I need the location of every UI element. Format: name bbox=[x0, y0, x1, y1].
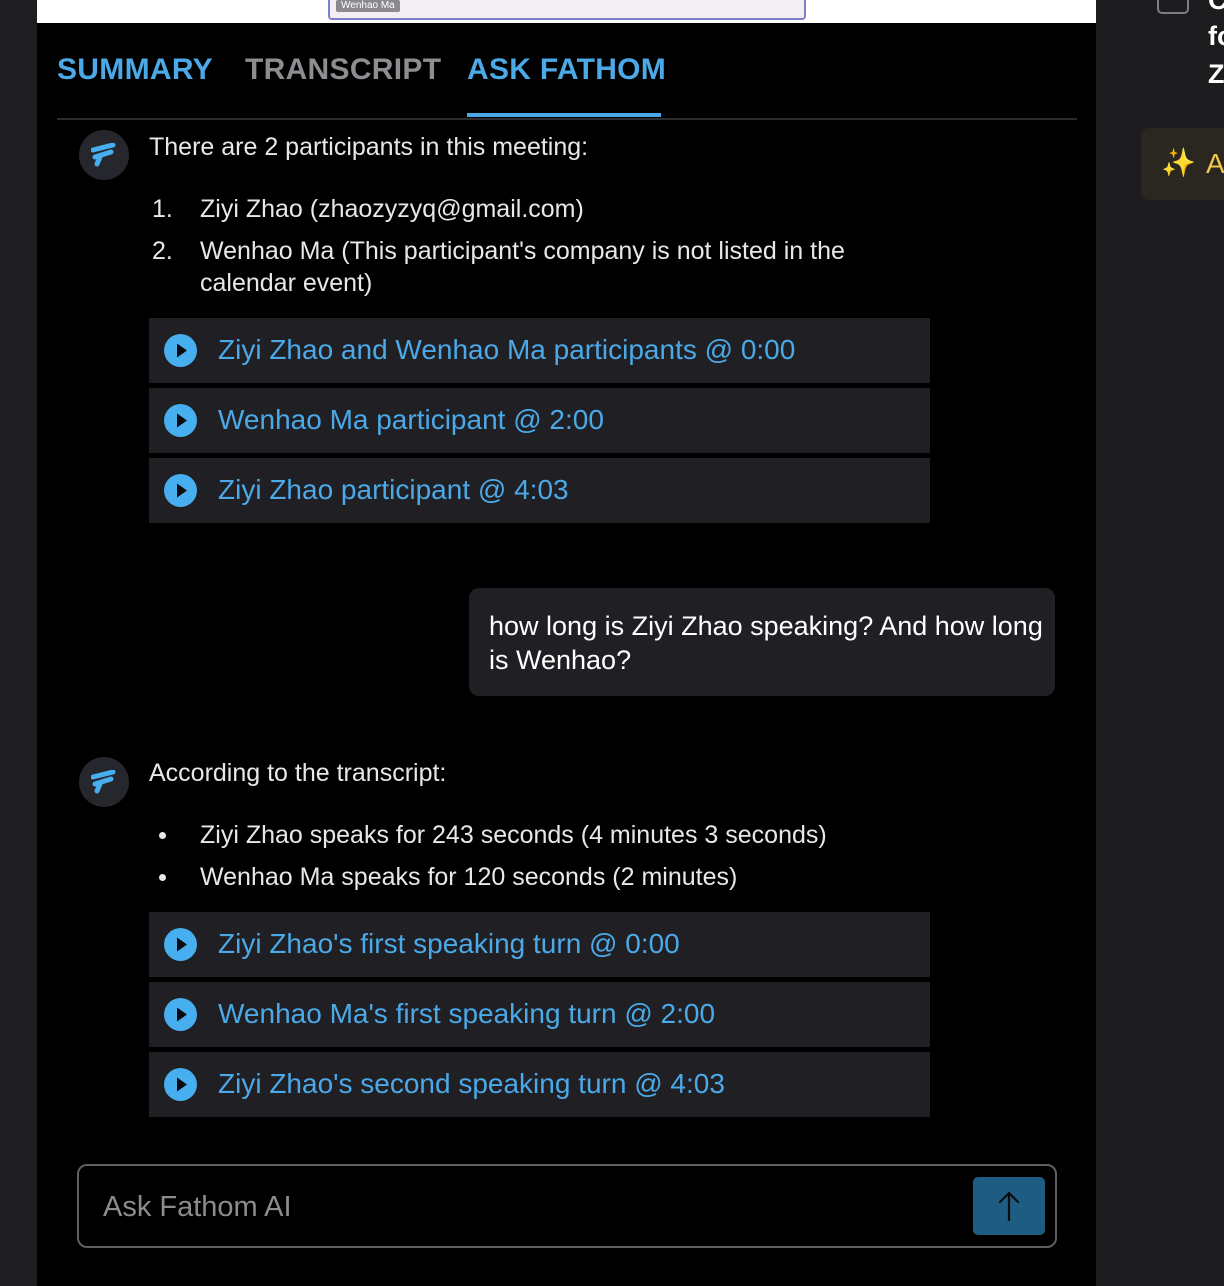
ask-ai-button[interactable]: ✨ A bbox=[1141, 128, 1224, 200]
task-text-line: fo bbox=[1208, 21, 1224, 51]
play-icon bbox=[164, 928, 197, 961]
transcript-reference-card[interactable]: Ziyi Zhao participant @ 4:03 bbox=[149, 458, 930, 523]
list-marker: 1. bbox=[152, 195, 173, 223]
right-side-panel: C fo Z ✨ A bbox=[1096, 0, 1224, 1286]
send-button[interactable] bbox=[973, 1177, 1045, 1235]
play-icon bbox=[164, 998, 197, 1031]
tab-transcript[interactable]: TRANSCRIPT bbox=[245, 51, 441, 89]
list-item: Wenhao Ma (This participant's company is… bbox=[200, 237, 845, 297]
video-preview-strip: Wenhao Ma bbox=[37, 0, 1096, 23]
play-icon bbox=[164, 404, 197, 437]
active-tab-indicator bbox=[467, 113, 661, 117]
meeting-panel: Wenhao Ma SUMMARY TRANSCRIPT ASK FATHOM … bbox=[37, 0, 1096, 1286]
bullet-marker bbox=[159, 874, 166, 881]
fathom-avatar bbox=[79, 130, 129, 180]
left-margin bbox=[0, 0, 37, 1286]
task-text-line: Z bbox=[1208, 59, 1224, 89]
reference-label: Wenhao Ma participant @ 2:00 bbox=[218, 404, 604, 435]
fathom-avatar bbox=[79, 757, 129, 807]
fathom-logo-icon bbox=[91, 770, 116, 794]
play-icon bbox=[164, 334, 197, 367]
play-icon bbox=[164, 1068, 197, 1101]
sparkle-icon: ✨ bbox=[1161, 147, 1196, 178]
fathom-app: Wenhao Ma SUMMARY TRANSCRIPT ASK FATHOM … bbox=[0, 0, 1224, 1286]
ask-ai-label: A bbox=[1206, 148, 1224, 179]
ask-fathom-box bbox=[77, 1164, 1057, 1248]
tab-ask-fathom[interactable]: ASK FATHOM bbox=[467, 51, 666, 89]
list-item: Ziyi Zhao (zhaozyzyq@gmail.com) bbox=[200, 195, 584, 223]
ask-fathom-input[interactable] bbox=[101, 1184, 965, 1230]
task-text-line: C bbox=[1208, 0, 1224, 15]
task-checkbox[interactable] bbox=[1157, 0, 1189, 14]
video-speaker-frame[interactable]: Wenhao Ma bbox=[328, 0, 806, 20]
fathom-logo-icon bbox=[91, 143, 116, 167]
transcript-reference-card[interactable]: Ziyi Zhao's first speaking turn @ 0:00 bbox=[149, 912, 930, 977]
transcript-reference-card[interactable]: Wenhao Ma's first speaking turn @ 2:00 bbox=[149, 982, 930, 1047]
tab-summary[interactable]: SUMMARY bbox=[57, 51, 213, 89]
user-question: how long is Ziyi Zhao speaking? And how … bbox=[489, 611, 1043, 675]
reference-label: Ziyi Zhao participant @ 4:03 bbox=[218, 474, 569, 505]
tab-bar: SUMMARY TRANSCRIPT ASK FATHOM bbox=[57, 23, 1077, 120]
bullet-marker bbox=[159, 832, 166, 839]
speaker-name-tag: Wenhao Ma bbox=[336, 0, 400, 12]
reference-label: Wenhao Ma's first speaking turn @ 2:00 bbox=[218, 998, 716, 1029]
reference-label: Ziyi Zhao's second speaking turn @ 4:03 bbox=[218, 1068, 725, 1099]
transcript-reference-card[interactable]: Ziyi Zhao's second speaking turn @ 4:03 bbox=[149, 1052, 930, 1117]
transcript-reference-card[interactable]: Wenhao Ma participant @ 2:00 bbox=[149, 388, 930, 453]
answer2-intro: According to the transcript: bbox=[149, 759, 447, 787]
answer1-intro: There are 2 participants in this meeting… bbox=[149, 133, 589, 161]
arrow-up-icon bbox=[998, 1191, 1020, 1222]
reference-label: Ziyi Zhao's first speaking turn @ 0:00 bbox=[218, 928, 680, 959]
list-item: Ziyi Zhao speaks for 243 seconds (4 minu… bbox=[200, 821, 827, 849]
transcript-reference-card[interactable]: Ziyi Zhao and Wenhao Ma participants @ 0… bbox=[149, 318, 930, 383]
play-icon bbox=[164, 474, 197, 507]
list-marker: 2. bbox=[152, 237, 173, 265]
reference-label: Ziyi Zhao and Wenhao Ma participants @ 0… bbox=[218, 334, 796, 365]
list-item: Wenhao Ma speaks for 120 seconds (2 minu… bbox=[200, 863, 738, 891]
user-message-bubble: how long is Ziyi Zhao speaking? And how … bbox=[469, 588, 1055, 696]
